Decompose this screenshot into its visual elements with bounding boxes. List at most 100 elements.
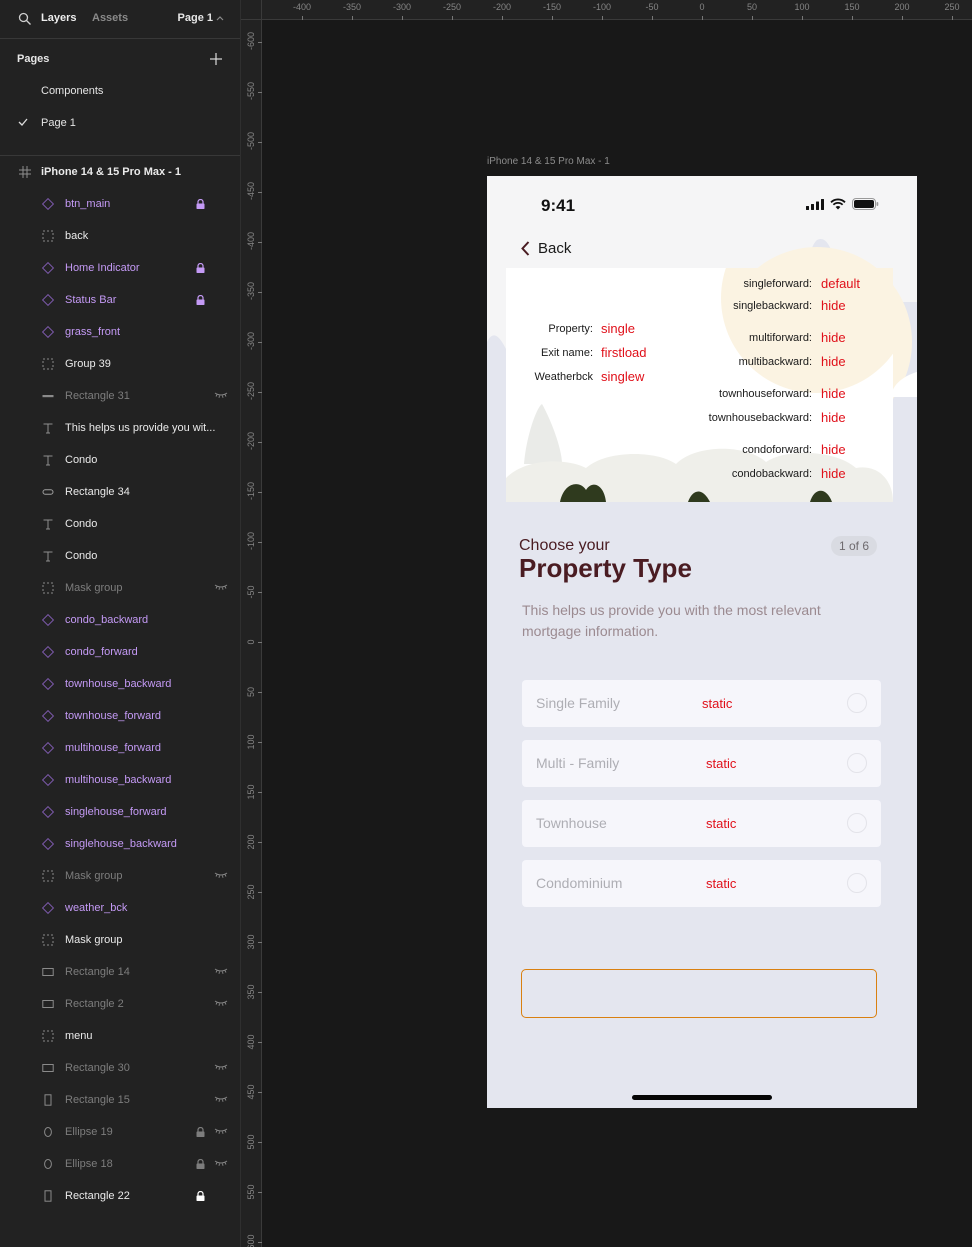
debug-value: singlew xyxy=(601,369,645,384)
layer-row[interactable]: Condo xyxy=(0,508,240,540)
layer-name: condo_backward xyxy=(65,614,149,626)
pill-rect-icon xyxy=(42,489,54,495)
layer-row[interactable]: Group 39 xyxy=(0,348,240,380)
layer-name: Mask group xyxy=(65,582,123,594)
layer-row[interactable]: btn_main xyxy=(0,188,240,220)
layer-row[interactable]: Rectangle 15 xyxy=(0,1084,240,1116)
layer-frame[interactable]: iPhone 14 & 15 Pro Max - 1 xyxy=(0,156,240,188)
layer-row[interactable]: Mask group xyxy=(0,860,240,892)
lock-icon[interactable] xyxy=(196,199,205,209)
layer-name: townhouse_forward xyxy=(65,710,162,722)
radio-button[interactable] xyxy=(847,873,867,893)
lock-icon[interactable] xyxy=(196,1127,205,1137)
layer-row[interactable]: back xyxy=(0,220,240,252)
page-item-page-1[interactable]: Page 1 xyxy=(0,109,240,137)
ruler-corner xyxy=(241,0,262,20)
lock-icon[interactable] xyxy=(196,263,205,273)
layer-row[interactable]: menu xyxy=(0,1020,240,1052)
ruler-tick-label: 150 xyxy=(246,784,256,800)
page-item-components[interactable]: Components xyxy=(0,77,240,105)
ruler-tick-label: 150 xyxy=(844,2,860,12)
layer-row[interactable]: Condo xyxy=(0,444,240,476)
search-icon[interactable] xyxy=(18,12,32,26)
layer-row[interactable]: Mask group xyxy=(0,924,240,956)
component-instance-icon xyxy=(42,838,54,850)
main-button[interactable] xyxy=(521,969,877,1018)
hidden-eye-icon[interactable] xyxy=(214,1127,228,1135)
layer-row[interactable]: This helps us provide you wit... xyxy=(0,412,240,444)
lock-icon[interactable] xyxy=(196,295,205,305)
layer-row[interactable]: grass_front xyxy=(0,316,240,348)
option-label: Multi - Family xyxy=(536,755,620,771)
ruler-tick-label: 100 xyxy=(794,2,810,12)
layer-row[interactable]: Rectangle 14 xyxy=(0,956,240,988)
page-selector[interactable]: Page 1 xyxy=(178,12,224,24)
hidden-eye-icon[interactable] xyxy=(214,871,228,879)
layer-row[interactable]: Ellipse 18 xyxy=(0,1148,240,1180)
hidden-eye-icon[interactable] xyxy=(214,999,228,1007)
ruler-tick-label: 100 xyxy=(246,734,256,750)
lock-icon[interactable] xyxy=(196,1191,205,1201)
property-option[interactable]: Condominium static xyxy=(522,860,881,907)
wifi-icon xyxy=(830,198,846,210)
layer-row[interactable]: Rectangle 30 xyxy=(0,1052,240,1084)
layer-name: Mask group xyxy=(65,934,123,946)
layer-row[interactable]: townhouse_backward xyxy=(0,668,240,700)
layer-name: Rectangle 31 xyxy=(65,390,130,402)
component-instance-icon xyxy=(42,198,54,210)
layer-name: iPhone 14 & 15 Pro Max - 1 xyxy=(41,166,181,178)
layer-row[interactable]: condo_backward xyxy=(0,604,240,636)
hidden-eye-icon[interactable] xyxy=(214,967,228,975)
layer-row[interactable]: Rectangle 31 xyxy=(0,380,240,412)
hidden-eye-icon[interactable] xyxy=(214,1063,228,1071)
hidden-eye-icon[interactable] xyxy=(214,1159,228,1167)
layer-row[interactable]: multihouse_forward xyxy=(0,732,240,764)
layer-row[interactable]: condo_forward xyxy=(0,636,240,668)
layer-row[interactable]: Rectangle 22 xyxy=(0,1180,240,1212)
radio-button[interactable] xyxy=(847,693,867,713)
layer-row[interactable]: Rectangle 34 xyxy=(0,476,240,508)
debug-key: Property: xyxy=(548,323,593,335)
ruler-tick-label: -600 xyxy=(246,31,256,50)
hidden-eye-icon[interactable] xyxy=(214,1095,228,1103)
ruler-tick-label: 350 xyxy=(246,984,256,1000)
line-rect-icon xyxy=(42,395,54,398)
debug-value: hide xyxy=(821,466,846,481)
debug-value: default xyxy=(821,276,861,291)
property-option[interactable]: Multi - Family static xyxy=(522,740,881,787)
layer-row[interactable]: Condo xyxy=(0,540,240,572)
iphone-frame[interactable]: Property: single Exit name: firstload Weathe… xyxy=(487,176,917,1108)
ruler-tick-label: -150 xyxy=(246,481,256,500)
layer-row[interactable]: weather_bck xyxy=(0,892,240,924)
page-item-label: Components xyxy=(41,85,104,97)
plus-icon[interactable] xyxy=(208,51,224,67)
pages-section: Pages Components Page 1 xyxy=(0,39,240,156)
layer-row[interactable]: singlehouse_forward xyxy=(0,796,240,828)
hidden-eye-icon[interactable] xyxy=(214,583,228,591)
radio-button[interactable] xyxy=(847,813,867,833)
layer-row[interactable]: townhouse_forward xyxy=(0,700,240,732)
layer-row[interactable]: Rectangle 2 xyxy=(0,988,240,1020)
hidden-eye-icon[interactable] xyxy=(214,391,228,399)
layer-row[interactable]: Status Bar xyxy=(0,284,240,316)
layer-row[interactable]: Home Indicator xyxy=(0,252,240,284)
property-option[interactable]: Townhouse static xyxy=(522,800,881,847)
layer-row[interactable]: Mask group xyxy=(0,572,240,604)
layer-name: btn_main xyxy=(65,198,111,210)
status-icons xyxy=(806,198,879,210)
back-button[interactable]: Back xyxy=(521,240,571,257)
debug-value: hide xyxy=(821,354,846,369)
figma-editor: Layers Assets Page 1 Pages Components Pa… xyxy=(0,0,972,1247)
lock-icon[interactable] xyxy=(196,1159,205,1169)
debug-value: single xyxy=(601,321,635,336)
tab-assets[interactable]: Assets xyxy=(92,12,128,24)
layer-row[interactable]: singlehouse_backward xyxy=(0,828,240,860)
ruler-tick-label: -250 xyxy=(442,2,462,12)
radio-button[interactable] xyxy=(847,753,867,773)
layer-row[interactable]: Ellipse 19 xyxy=(0,1116,240,1148)
layer-row[interactable]: multihouse_backward xyxy=(0,764,240,796)
tab-layers[interactable]: Layers xyxy=(41,12,76,24)
layer-name: singlehouse_forward xyxy=(65,806,167,818)
property-option[interactable]: Single Family static xyxy=(522,680,881,727)
frame-label[interactable]: iPhone 14 & 15 Pro Max - 1 xyxy=(487,156,610,167)
